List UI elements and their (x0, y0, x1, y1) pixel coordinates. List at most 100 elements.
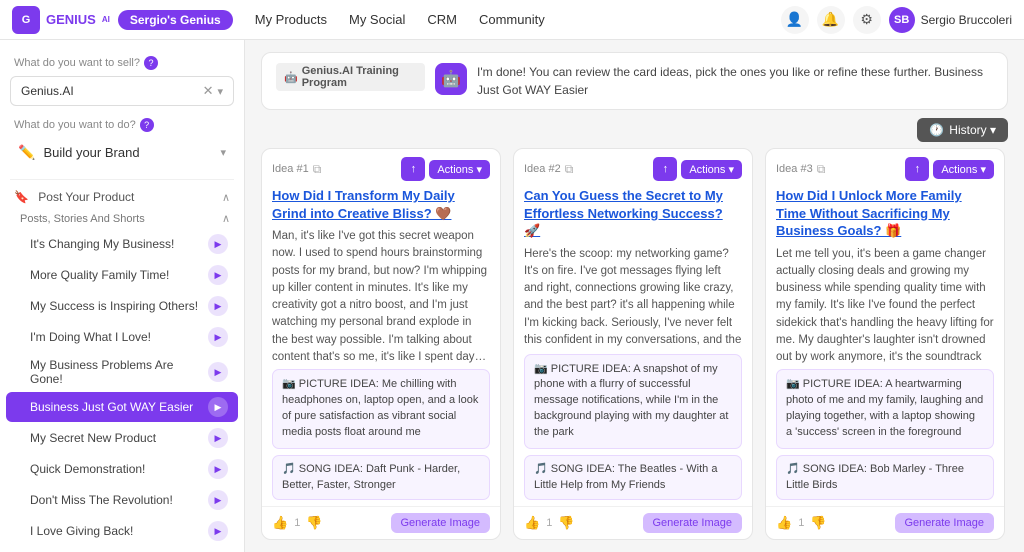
play-btn-4[interactable]: ▶ (208, 362, 228, 382)
history-button[interactable]: 🕐 History ▾ (917, 118, 1008, 142)
card-2-header: Idea #3 ⧉ ↑ Actions ▾ (766, 149, 1004, 185)
sidebar-items-list: It's Changing My Business! ▶ More Qualit… (0, 229, 244, 552)
sidebar-item-8[interactable]: Don't Miss The Revolution! ▶ (6, 485, 238, 515)
actions-btn-2[interactable]: Actions ▾ (933, 160, 994, 179)
thumbdown-btn-0[interactable]: 👎 (306, 515, 322, 531)
card-1-title[interactable]: Can You Guess the Secret to My Effortles… (514, 185, 752, 246)
build-brand-chevron: ▾ (220, 146, 226, 159)
sidebar-item-1[interactable]: More Quality Family Time! ▶ (6, 260, 238, 290)
nav-link-crm[interactable]: CRM (417, 8, 467, 31)
settings-icon-btn[interactable]: ⚙ (853, 6, 881, 34)
training-banner: 🤖 Genius.AI Training Program 🤖 I'm done!… (261, 52, 1008, 110)
card-1-header: Idea #2 ⧉ ↑ Actions ▾ (514, 149, 752, 185)
sell-select[interactable]: Genius.AI ✕ ▾ (10, 76, 234, 106)
card-0-footer: 👍 1 👎 Generate Image (262, 506, 500, 539)
nav-icons: 👤 🔔 ⚙ SB Sergio Bruccoleri (781, 6, 1012, 34)
share-btn-0[interactable]: ↑ (401, 157, 425, 181)
card-1-picture-idea: 📷 PICTURE IDEA: A snapshot of my phone w… (524, 354, 742, 450)
avatar: SB (889, 7, 915, 33)
sidebar-item-6[interactable]: My Secret New Product ▶ (6, 423, 238, 453)
sidebar-item-5[interactable]: Business Just Got WAY Easier ▶ (6, 392, 238, 422)
sell-help-icon[interactable]: ? (144, 56, 158, 70)
logo-icon: G (12, 6, 40, 34)
play-btn-2[interactable]: ▶ (208, 296, 228, 316)
layout: What do you want to sell? ? Genius.AI ✕ … (0, 40, 1024, 552)
play-btn-5[interactable]: ▶ (208, 397, 228, 417)
thumbdown-btn-1[interactable]: 👎 (558, 515, 574, 531)
chevron-down-icon: ▾ (217, 85, 223, 98)
logo-text: GENIUS (46, 12, 96, 27)
bell-icon-btn[interactable]: 🔔 (817, 6, 845, 34)
copy-icon-0[interactable]: ⧉ (313, 162, 322, 177)
sidebar-item-10[interactable]: Thank GOD This Exists! ▶ (6, 547, 238, 552)
navbar: G GENIUS AI Sergio's Genius My Products M… (0, 0, 1024, 40)
build-brand-item[interactable]: ✏️ Build your Brand ▾ (14, 138, 230, 167)
bot-avatar: 🤖 (435, 63, 467, 95)
logo-sup: AI (102, 15, 110, 24)
user-menu[interactable]: SB Sergio Bruccoleri (889, 7, 1012, 33)
nav-link-social[interactable]: My Social (339, 8, 415, 31)
clear-btn[interactable]: ✕ (203, 83, 214, 99)
copy-icon-1[interactable]: ⧉ (565, 162, 574, 177)
users-icon-btn[interactable]: 👤 (781, 6, 809, 34)
training-badge: 🤖 Genius.AI Training Program (276, 63, 425, 91)
sidebar: What do you want to sell? ? Genius.AI ✕ … (0, 40, 245, 552)
do-section-label: What do you want to do? ? (0, 114, 244, 134)
card-2-footer: 👍 1 👎 Generate Image (766, 506, 1004, 539)
play-btn-7[interactable]: ▶ (208, 459, 228, 479)
build-brand-row: ✏️ Build your Brand ▾ (0, 134, 244, 175)
posts-stories-chevron: ∧ (222, 212, 230, 225)
user-name: Sergio Bruccoleri (921, 13, 1012, 27)
share-btn-2[interactable]: ↑ (905, 157, 929, 181)
generate-img-btn-0[interactable]: Generate Image (391, 513, 491, 533)
sidebar-item-4[interactable]: My Business Problems Are Gone! ▶ (6, 353, 238, 391)
nav-link-community[interactable]: Community (469, 8, 555, 31)
card-2: Idea #3 ⧉ ↑ Actions ▾ How Did I Unlock M… (765, 148, 1005, 540)
sidebar-item-0[interactable]: It's Changing My Business! ▶ (6, 229, 238, 259)
play-btn-3[interactable]: ▶ (208, 327, 228, 347)
main-content: 🤖 Genius.AI Training Program 🤖 I'm done!… (245, 40, 1024, 552)
post-product-header[interactable]: 🔖 Post Your Product ∧ (0, 184, 244, 208)
play-btn-9[interactable]: ▶ (208, 521, 228, 541)
card-0-picture-idea: 📷 PICTURE IDEA: Me chilling with headpho… (272, 369, 490, 449)
sidebar-item-7[interactable]: Quick Demonstration! ▶ (6, 454, 238, 484)
sidebar-item-2[interactable]: My Success is Inspiring Others! ▶ (6, 291, 238, 321)
thumbup-btn-0[interactable]: 👍 (272, 515, 288, 531)
thumbup-btn-2[interactable]: 👍 (776, 515, 792, 531)
generate-img-btn-1[interactable]: Generate Image (643, 513, 743, 533)
brand-badge[interactable]: Sergio's Genius (118, 10, 233, 30)
actions-btn-0[interactable]: Actions ▾ (429, 160, 490, 179)
card-2-title[interactable]: How Did I Unlock More Family Time Withou… (766, 185, 1004, 246)
clock-icon: 🕐 (929, 123, 944, 137)
play-btn-6[interactable]: ▶ (208, 428, 228, 448)
share-btn-1[interactable]: ↑ (653, 157, 677, 181)
sidebar-item-3[interactable]: I'm Doing What I Love! ▶ (6, 322, 238, 352)
training-message: I'm done! You can review the card ideas,… (477, 63, 993, 99)
card-1: Idea #2 ⧉ ↑ Actions ▾ Can You Guess the … (513, 148, 753, 540)
play-btn-1[interactable]: ▶ (208, 265, 228, 285)
posts-stories-header[interactable]: Posts, Stories And Shorts ∧ (0, 208, 244, 229)
card-0-idea-num: Idea #1 (272, 163, 309, 175)
card-1-footer: 👍 1 👎 Generate Image (514, 506, 752, 539)
thumbdown-btn-2[interactable]: 👎 (810, 515, 826, 531)
thumbup-btn-1[interactable]: 👍 (524, 515, 540, 531)
nav-link-products[interactable]: My Products (245, 8, 337, 31)
play-btn-8[interactable]: ▶ (208, 490, 228, 510)
pencil-icon: ✏️ (18, 144, 35, 161)
sell-select-wrap: Genius.AI ✕ ▾ (0, 72, 244, 114)
card-2-song-idea: 🎵 SONG IDEA: Bob Marley - Three Little B… (776, 455, 994, 500)
card-2-body: Let me tell you, it's been a game change… (766, 246, 1004, 366)
post-product-chevron: ∧ (222, 191, 230, 204)
card-2-picture-idea: 📷 PICTURE IDEA: A heartwarming photo of … (776, 369, 994, 449)
sidebar-item-9[interactable]: I Love Giving Back! ▶ (6, 516, 238, 546)
training-banner-content: 🤖 Genius.AI Training Program (276, 63, 425, 97)
cards-area: Idea #1 ⧉ ↑ Actions ▾ How Did I Transfor… (245, 148, 1024, 552)
copy-icon-2[interactable]: ⧉ (817, 162, 826, 177)
generate-img-btn-2[interactable]: Generate Image (895, 513, 995, 533)
play-btn-0[interactable]: ▶ (208, 234, 228, 254)
actions-btn-1[interactable]: Actions ▾ (681, 160, 742, 179)
card-0-title[interactable]: How Did I Transform My Daily Grind into … (262, 185, 500, 228)
card-0-header: Idea #1 ⧉ ↑ Actions ▾ (262, 149, 500, 185)
do-help-icon[interactable]: ? (140, 118, 154, 132)
history-row: 🕐 History ▾ (245, 118, 1024, 148)
